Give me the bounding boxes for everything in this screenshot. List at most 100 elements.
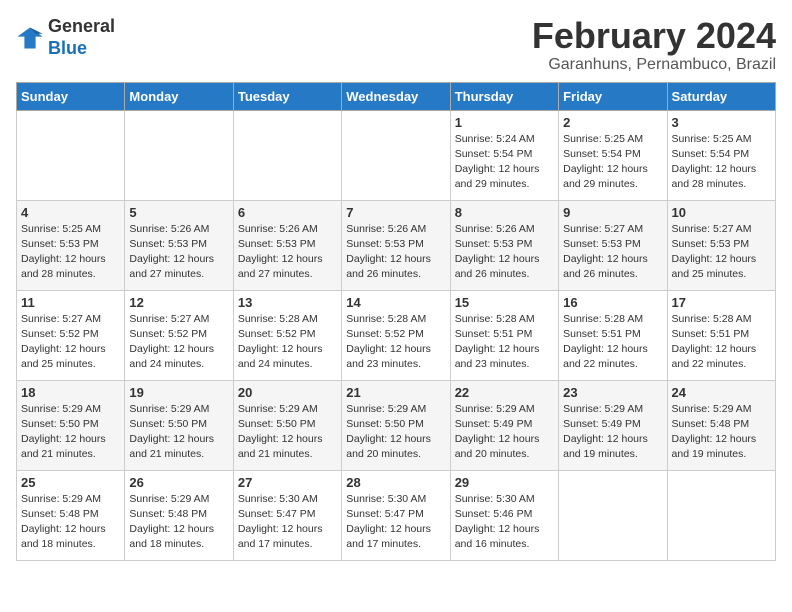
day-number: 1 (455, 115, 554, 130)
day-info: Sunrise: 5:29 AM Sunset: 5:48 PM Dayligh… (129, 492, 228, 553)
day-number: 11 (21, 295, 120, 310)
calendar-cell (667, 470, 775, 560)
day-number: 17 (672, 295, 771, 310)
day-number: 26 (129, 475, 228, 490)
location-title: Garanhuns, Pernambuco, Brazil (532, 56, 776, 74)
day-header-friday: Friday (559, 82, 667, 110)
logo-general: General (48, 16, 115, 38)
day-number: 8 (455, 205, 554, 220)
day-info: Sunrise: 5:29 AM Sunset: 5:48 PM Dayligh… (21, 492, 120, 553)
calendar-table: SundayMondayTuesdayWednesdayThursdayFrid… (16, 82, 776, 561)
day-number: 10 (672, 205, 771, 220)
day-info: Sunrise: 5:27 AM Sunset: 5:52 PM Dayligh… (129, 312, 228, 373)
day-info: Sunrise: 5:30 AM Sunset: 5:46 PM Dayligh… (455, 492, 554, 553)
day-header-monday: Monday (125, 82, 233, 110)
day-header-wednesday: Wednesday (342, 82, 450, 110)
day-number: 23 (563, 385, 662, 400)
page-header: General Blue February 2024 Garanhuns, Pe… (16, 16, 776, 74)
calendar-week-3: 11 Sunrise: 5:27 AM Sunset: 5:52 PM Dayli… (17, 290, 776, 380)
calendar-cell: 15 Sunrise: 5:28 AM Sunset: 5:51 PM Dayli… (450, 290, 558, 380)
calendar-cell: 9Sunrise: 5:27 AM Sunset: 5:53 PM Daylig… (559, 200, 667, 290)
logo: General Blue (16, 16, 115, 59)
logo-blue: Blue (48, 38, 115, 60)
calendar-cell: 16Sunrise: 5:28 AM Sunset: 5:51 PM Dayli… (559, 290, 667, 380)
day-info: Sunrise: 5:28 AM Sunset: 5:51 PM Dayligh… (455, 312, 554, 373)
day-number: 19 (129, 385, 228, 400)
calendar-cell: 27Sunrise: 5:30 AM Sunset: 5:47 PM Dayli… (233, 470, 341, 560)
day-number: 13 (238, 295, 337, 310)
day-number: 24 (672, 385, 771, 400)
day-info: Sunrise: 5:25 AM Sunset: 5:54 PM Dayligh… (563, 132, 662, 193)
day-number: 27 (238, 475, 337, 490)
calendar-week-4: 18 Sunrise: 5:29 AM Sunset: 5:50 PM Dayli… (17, 380, 776, 470)
day-number: 3 (672, 115, 771, 130)
calendar-header: SundayMondayTuesdayWednesdayThursdayFrid… (17, 82, 776, 110)
day-info: Sunrise: 5:29 AM Sunset: 5:48 PM Dayligh… (672, 402, 771, 463)
day-info: Sunrise: 5:28 AM Sunset: 5:52 PM Dayligh… (238, 312, 337, 373)
calendar-cell: 4 Sunrise: 5:25 AM Sunset: 5:53 PM Daylig… (17, 200, 125, 290)
day-header-saturday: Saturday (667, 82, 775, 110)
calendar-cell: 5 Sunrise: 5:26 AM Sunset: 5:53 PM Daylig… (125, 200, 233, 290)
days-row: SundayMondayTuesdayWednesdayThursdayFrid… (17, 82, 776, 110)
day-info: Sunrise: 5:27 AM Sunset: 5:52 PM Dayligh… (21, 312, 120, 373)
day-info: Sunrise: 5:29 AM Sunset: 5:50 PM Dayligh… (238, 402, 337, 463)
day-info: Sunrise: 5:26 AM Sunset: 5:53 PM Dayligh… (129, 222, 228, 283)
calendar-week-2: 4 Sunrise: 5:25 AM Sunset: 5:53 PM Daylig… (17, 200, 776, 290)
calendar-cell: 28Sunrise: 5:30 AM Sunset: 5:47 PM Dayli… (342, 470, 450, 560)
calendar-cell (342, 110, 450, 200)
day-info: Sunrise: 5:29 AM Sunset: 5:50 PM Dayligh… (346, 402, 445, 463)
calendar-cell: 22 Sunrise: 5:29 AM Sunset: 5:49 PM Dayli… (450, 380, 558, 470)
day-header-thursday: Thursday (450, 82, 558, 110)
calendar-cell: 26 Sunrise: 5:29 AM Sunset: 5:48 PM Dayli… (125, 470, 233, 560)
day-number: 5 (129, 205, 228, 220)
logo-bird-icon (16, 24, 44, 52)
day-info: Sunrise: 5:28 AM Sunset: 5:51 PM Dayligh… (672, 312, 771, 373)
calendar-cell: 18Sunrise: 5:29 AM Sunset: 5:50 PM Dayli… (17, 380, 125, 470)
calendar-cell: 23 Sunrise: 5:29 AM Sunset: 5:49 PM Dayli… (559, 380, 667, 470)
logo-text: General Blue (48, 16, 115, 59)
day-info: Sunrise: 5:27 AM Sunset: 5:53 PM Dayligh… (672, 222, 771, 283)
calendar-cell: 7Sunrise: 5:26 AM Sunset: 5:53 PM Daylig… (342, 200, 450, 290)
calendar-cell: 6Sunrise: 5:26 AM Sunset: 5:53 PM Daylig… (233, 200, 341, 290)
day-info: Sunrise: 5:25 AM Sunset: 5:54 PM Dayligh… (672, 132, 771, 193)
calendar-cell: 10 Sunrise: 5:27 AM Sunset: 5:53 PM Dayli… (667, 200, 775, 290)
day-info: Sunrise: 5:28 AM Sunset: 5:52 PM Dayligh… (346, 312, 445, 373)
calendar-cell: 12Sunrise: 5:27 AM Sunset: 5:52 PM Dayli… (125, 290, 233, 380)
calendar-cell: 2 Sunrise: 5:25 AM Sunset: 5:54 PM Daylig… (559, 110, 667, 200)
day-number: 28 (346, 475, 445, 490)
day-info: Sunrise: 5:24 AM Sunset: 5:54 PM Dayligh… (455, 132, 554, 193)
day-number: 2 (563, 115, 662, 130)
day-number: 29 (455, 475, 554, 490)
day-number: 18 (21, 385, 120, 400)
calendar-cell: 19 Sunrise: 5:29 AM Sunset: 5:50 PM Dayli… (125, 380, 233, 470)
calendar-cell: 8Sunrise: 5:26 AM Sunset: 5:53 PM Daylig… (450, 200, 558, 290)
day-info: Sunrise: 5:28 AM Sunset: 5:51 PM Dayligh… (563, 312, 662, 373)
calendar-cell: 14 Sunrise: 5:28 AM Sunset: 5:52 PM Dayli… (342, 290, 450, 380)
month-title: February 2024 (532, 16, 776, 56)
calendar-cell (125, 110, 233, 200)
calendar-cell: 13 Sunrise: 5:28 AM Sunset: 5:52 PM Dayli… (233, 290, 341, 380)
calendar-body: 1 Sunrise: 5:24 AM Sunset: 5:54 PM Daylig… (17, 110, 776, 560)
day-info: Sunrise: 5:25 AM Sunset: 5:53 PM Dayligh… (21, 222, 120, 283)
day-info: Sunrise: 5:29 AM Sunset: 5:49 PM Dayligh… (455, 402, 554, 463)
day-number: 9 (563, 205, 662, 220)
day-number: 21 (346, 385, 445, 400)
day-header-tuesday: Tuesday (233, 82, 341, 110)
day-number: 14 (346, 295, 445, 310)
day-number: 22 (455, 385, 554, 400)
calendar-cell: 1 Sunrise: 5:24 AM Sunset: 5:54 PM Daylig… (450, 110, 558, 200)
day-info: Sunrise: 5:26 AM Sunset: 5:53 PM Dayligh… (238, 222, 337, 283)
day-info: Sunrise: 5:29 AM Sunset: 5:49 PM Dayligh… (563, 402, 662, 463)
day-number: 15 (455, 295, 554, 310)
day-header-sunday: Sunday (17, 82, 125, 110)
day-info: Sunrise: 5:29 AM Sunset: 5:50 PM Dayligh… (129, 402, 228, 463)
calendar-cell: 20Sunrise: 5:29 AM Sunset: 5:50 PM Dayli… (233, 380, 341, 470)
day-number: 4 (21, 205, 120, 220)
calendar-cell: 17 Sunrise: 5:28 AM Sunset: 5:51 PM Dayli… (667, 290, 775, 380)
title-block: February 2024 Garanhuns, Pernambuco, Bra… (532, 16, 776, 74)
day-number: 25 (21, 475, 120, 490)
calendar-cell (559, 470, 667, 560)
calendar-cell (233, 110, 341, 200)
calendar-cell: 25 Sunrise: 5:29 AM Sunset: 5:48 PM Dayli… (17, 470, 125, 560)
calendar-cell: 21 Sunrise: 5:29 AM Sunset: 5:50 PM Dayli… (342, 380, 450, 470)
